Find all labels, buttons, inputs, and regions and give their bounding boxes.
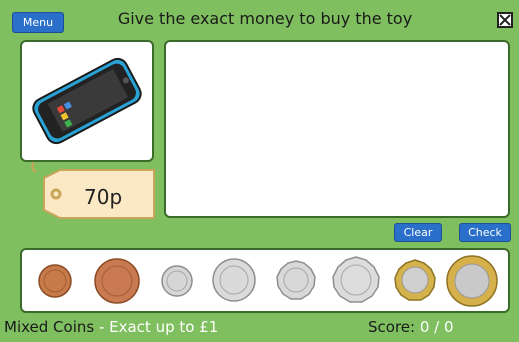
coin-20p-icon[interactable]	[276, 260, 316, 300]
menu-button[interactable]: Menu	[12, 12, 64, 33]
game-mode: Mixed Coins - Exact up to £1	[4, 318, 218, 336]
score-label: Score:	[368, 318, 416, 336]
mode-name: Mixed Coins	[4, 318, 95, 336]
toy-display	[20, 40, 154, 162]
coin-2p-icon[interactable]	[94, 258, 140, 304]
coin-10p-icon[interactable]	[212, 258, 256, 302]
page-title: Give the exact money to buy the toy	[117, 9, 413, 28]
score-display: Score: 0 / 0	[368, 318, 454, 336]
top-bar: Menu Give the exact money to buy the toy	[0, 0, 519, 40]
close-button[interactable]	[497, 12, 513, 28]
close-icon	[499, 14, 511, 26]
coin-tray	[20, 248, 510, 313]
mode-detail: - Exact up to £1	[94, 318, 219, 336]
coin-2-pound-icon[interactable]	[446, 255, 498, 307]
coin-1p-icon[interactable]	[38, 264, 72, 298]
clear-button[interactable]: Clear	[394, 223, 442, 242]
smartphone-icon	[32, 57, 142, 145]
coin-50p-icon[interactable]	[332, 256, 380, 304]
payment-drop-area[interactable]	[164, 40, 510, 218]
check-button[interactable]: Check	[459, 223, 511, 242]
score-value: 0 / 0	[415, 318, 454, 336]
coin-1-pound-icon[interactable]	[394, 259, 436, 301]
price-label: 70p	[84, 185, 123, 209]
coin-5p-icon[interactable]	[161, 265, 193, 297]
